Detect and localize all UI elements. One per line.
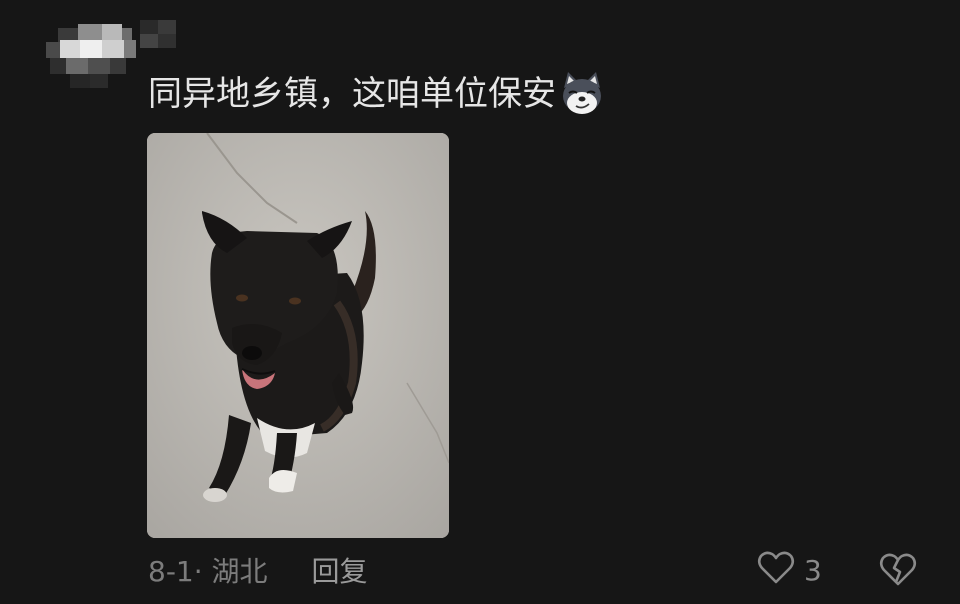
comment-text: 同异地乡镇，这咱单位保安 [148, 68, 606, 120]
dog-face-emoji [558, 70, 606, 118]
like-count: 3 [804, 553, 822, 587]
dislike-button[interactable] [878, 550, 918, 590]
comment-meta: 8-1· 湖北 回复 [148, 548, 368, 592]
like-button[interactable]: 3 [756, 548, 822, 592]
date-location: 8-1· 湖北 [148, 555, 268, 588]
reply-button[interactable]: 回复 [312, 550, 368, 590]
broken-heart-icon [878, 553, 918, 594]
heart-outline-icon [756, 548, 796, 592]
comment-item: 同异地乡镇，这咱单位保安 8-1· 湖北 回复 3 [0, 0, 960, 604]
comment-image[interactable] [147, 133, 449, 538]
comment-body: 同异地乡镇，这咱单位保安 [148, 74, 556, 114]
